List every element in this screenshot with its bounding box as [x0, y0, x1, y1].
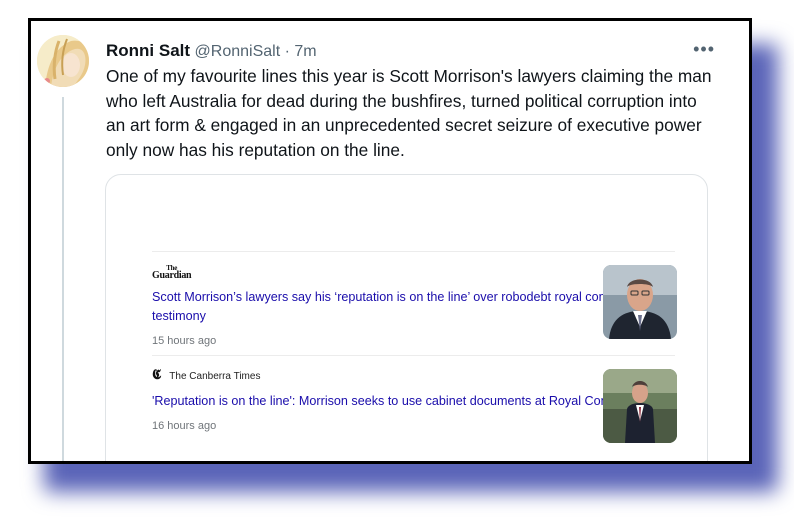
article-thumbnail[interactable]: [603, 265, 677, 339]
tweet-text: One of my favourite lines this year is S…: [106, 66, 712, 160]
news-item[interactable]: 𝕮 The Canberra Times 'Reputation is on t…: [152, 368, 672, 432]
screenshot-frame: Ronni Salt @RonniSalt · 7m ••• One of my…: [28, 18, 752, 464]
headline-link[interactable]: Scott Morrison’s lawyers say his ‘reputa…: [152, 288, 672, 326]
article-thumbnail[interactable]: [603, 369, 677, 443]
source-name: The Canberra Times: [169, 370, 261, 382]
more-horizontal-icon[interactable]: •••: [693, 39, 715, 60]
thread-line: [62, 97, 64, 461]
tweet-header: Ronni Salt @RonniSalt · 7m: [106, 41, 709, 63]
article-age: 15 hours ago: [152, 335, 217, 347]
author-handle[interactable]: @RonniSalt: [195, 43, 281, 60]
divider: [152, 355, 675, 356]
tweet-time[interactable]: 7m: [294, 43, 316, 60]
thumbnail-image: [603, 369, 677, 443]
canberra-times-logo-icon: 𝕮: [152, 368, 162, 383]
avatar[interactable]: [37, 35, 89, 87]
avatar-image: [37, 35, 89, 87]
source-row: The Guardian: [152, 264, 672, 281]
article-age: 16 hours ago: [152, 420, 217, 432]
tweet[interactable]: Ronni Salt @RonniSalt · 7m ••• One of my…: [31, 21, 749, 461]
thumbnail-image: [603, 265, 677, 339]
author-name[interactable]: Ronni Salt: [106, 41, 190, 60]
news-card[interactable]: The Guardian Scott Morrison’s lawyers sa…: [105, 174, 708, 461]
separator: ·: [284, 43, 290, 60]
source-row: 𝕮 The Canberra Times: [152, 368, 672, 384]
news-item[interactable]: The Guardian Scott Morrison’s lawyers sa…: [152, 264, 672, 347]
guardian-logo: The Guardian: [152, 264, 192, 281]
divider: [152, 251, 675, 252]
headline-link[interactable]: 'Reputation is on the line': Morrison se…: [152, 392, 672, 411]
